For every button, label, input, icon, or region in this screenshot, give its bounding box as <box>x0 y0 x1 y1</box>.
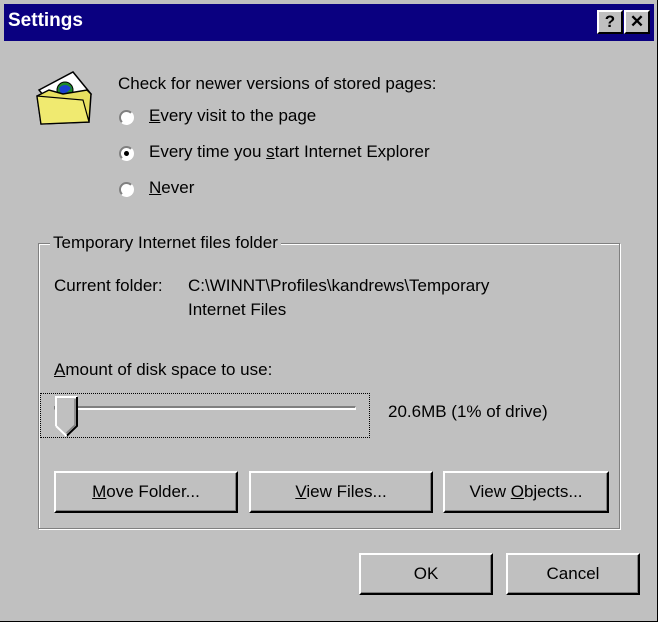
check-heading: Check for newer versions of stored pages… <box>118 74 437 93</box>
current-folder-label: Current folder: <box>54 276 163 295</box>
current-folder-path-line2: Internet Files <box>188 300 287 319</box>
disk-space-slider-focus <box>40 393 370 438</box>
help-button[interactable]: ? <box>597 10 623 34</box>
disk-space-label: Amount of disk space to use: <box>54 360 273 379</box>
window-title: Settings <box>8 10 83 31</box>
disk-space-value: 20.6MB (1% of drive) <box>388 402 548 421</box>
temp-files-group-title: Temporary Internet files folder <box>50 233 281 253</box>
folder-with-globe-icon <box>36 71 93 125</box>
radio-every-start[interactable] <box>119 146 134 161</box>
cancel-button[interactable]: Cancel <box>506 553 640 595</box>
radio-never[interactable] <box>119 182 134 197</box>
help-icon: ? <box>604 12 616 31</box>
radio-every-visit[interactable] <box>119 110 134 125</box>
view-objects-button[interactable]: View Objects... <box>443 471 609 513</box>
disk-space-slider-track[interactable] <box>54 406 356 410</box>
current-folder-path: C:\WINNT\Profiles\kandrews\Temporary <box>188 276 490 295</box>
option-every-visit-label[interactable]: Every visit to the page <box>149 106 316 126</box>
radio-selected-dot <box>124 151 129 156</box>
close-button[interactable]: ✕ <box>624 10 650 34</box>
option-never-label[interactable]: Never <box>149 178 194 198</box>
option-every-start-label[interactable]: Every time you start Internet Explorer <box>149 142 430 162</box>
settings-dialog: Settings ? ✕ Check for newer versions of… <box>0 0 658 622</box>
move-folder-button[interactable]: Move Folder... <box>54 471 238 513</box>
disk-space-slider-thumb[interactable] <box>54 396 79 438</box>
close-icon: ✕ <box>629 12 645 31</box>
ok-button[interactable]: OK <box>359 553 493 595</box>
title-bar: Settings ? ✕ <box>4 4 654 41</box>
view-files-button[interactable]: View Files... <box>249 471 433 513</box>
